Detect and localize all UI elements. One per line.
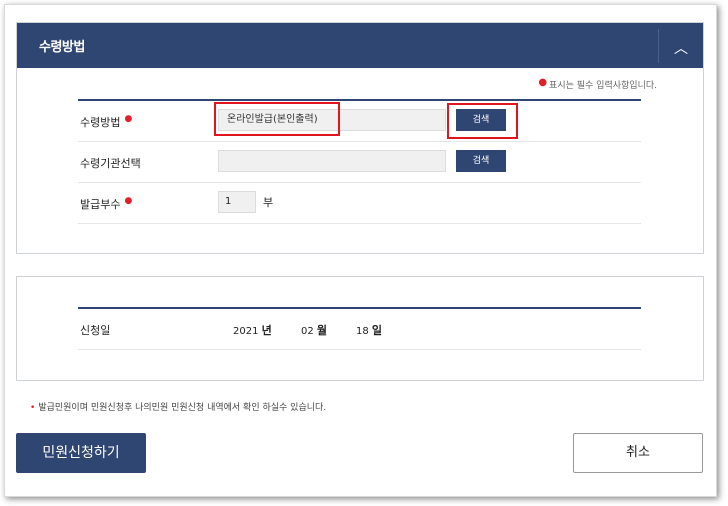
receive-agency-input[interactable] bbox=[218, 150, 446, 172]
apply-date-day: 18 일 bbox=[356, 322, 382, 338]
copies-label-text: 발급부수 bbox=[80, 198, 121, 211]
row-receive-agency: 수령기관선택 검색 bbox=[78, 142, 641, 183]
date-table: 신청일 2021 년 02 월 18 일 bbox=[78, 307, 641, 350]
copies-label: 발급부수 ● bbox=[80, 196, 132, 212]
month-value: 02 bbox=[301, 326, 314, 337]
year-value: 2021 bbox=[233, 326, 259, 337]
receive-agency-search-button[interactable]: 검색 bbox=[456, 150, 506, 172]
receive-agency-label: 수령기관선택 bbox=[80, 157, 141, 170]
cancel-button[interactable]: 취소 bbox=[573, 433, 703, 473]
required-dot: ● bbox=[538, 77, 548, 88]
form-table: 수령방법 ● 온라인발급(본인출력) 검색 수령기관선택 검색 발급부수 ● 1 부 bbox=[78, 99, 641, 224]
notice-text: 발급민원이며 민원신청후 나의민원 민원신청 내역에서 확인 하실수 있습니다. bbox=[38, 403, 327, 413]
highlight-box-button bbox=[447, 103, 518, 139]
day-value: 18 bbox=[356, 326, 369, 337]
chevron-up-icon: ︿ bbox=[674, 41, 688, 57]
notice-bullet: • bbox=[30, 403, 36, 413]
required-dot: ● bbox=[124, 114, 133, 124]
receive-method-label: 수령방법 ● bbox=[80, 114, 132, 130]
day-unit: 일 bbox=[371, 324, 383, 337]
apply-date-year: 2021 년 bbox=[233, 322, 272, 338]
row-apply-date: 신청일 2021 년 02 월 18 일 bbox=[78, 309, 641, 350]
copies-unit: 부 bbox=[263, 196, 274, 209]
apply-date-label: 신청일 bbox=[80, 324, 111, 337]
required-dot: ● bbox=[124, 196, 133, 206]
apply-date-month: 02 월 bbox=[301, 322, 327, 338]
row-receive-method: 수령방법 ● 온라인발급(본인출력) 검색 bbox=[78, 101, 641, 142]
required-note-text: 표시는 필수 입력사항입니다. bbox=[549, 81, 657, 91]
row-copies: 발급부수 ● 1 부 bbox=[78, 183, 641, 224]
highlight-box-input bbox=[214, 102, 340, 136]
collapse-button[interactable]: ︿ bbox=[658, 29, 703, 63]
panel-title: 수령방법 bbox=[39, 40, 85, 55]
month-unit: 월 bbox=[316, 324, 328, 337]
panel-header: 수령방법 ︿ bbox=[17, 23, 703, 68]
apply-button[interactable]: 민원신청하기 bbox=[16, 433, 146, 473]
year-unit: 년 bbox=[261, 324, 272, 337]
receive-method-panel: 수령방법 ︿ ● 표시는 필수 입력사항입니다. 수령방법 ● 온라인발급(본인출력… bbox=[16, 22, 704, 254]
notice: • 발급민원이며 민원신청후 나의민원 민원신청 내역에서 확인 하실수 있습니다… bbox=[30, 400, 326, 413]
receive-method-label-text: 수령방법 bbox=[80, 116, 121, 129]
copies-input[interactable]: 1 bbox=[218, 191, 256, 213]
apply-date-panel: 신청일 2021 년 02 월 18 일 bbox=[16, 276, 704, 381]
required-note: ● 표시는 필수 입력사항입니다. bbox=[538, 77, 657, 91]
